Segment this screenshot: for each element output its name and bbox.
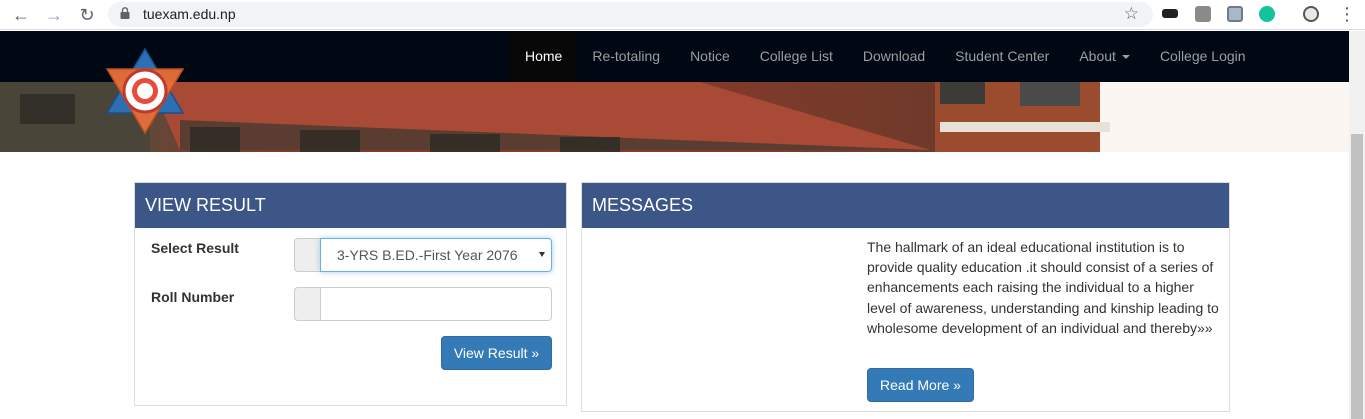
view-result-button[interactable]: View Result » <box>441 336 552 370</box>
view-result-panel: VIEW RESULT Select Result 3-YRS B.ED.-Fi… <box>134 182 567 406</box>
nav-home[interactable]: Home <box>510 31 578 82</box>
campus-building-illustration <box>0 82 1349 152</box>
camera-extension-icon[interactable] <box>1195 6 1211 22</box>
bookmark-star-icon[interactable]: ☆ <box>1124 4 1139 24</box>
forward-icon[interactable]: → <box>43 4 65 26</box>
result-select-value: 3-YRS B.ED.-First Year 2076 <box>337 247 518 263</box>
browser-menu-icon[interactable]: ⋮ <box>1338 3 1356 25</box>
website: Home Re-totaling Notice College List Dow… <box>0 31 1349 419</box>
select-addon <box>294 238 320 272</box>
roll-addon <box>294 287 320 321</box>
result-select[interactable]: 3-YRS B.ED.-First Year 2076 <box>320 238 552 272</box>
select-result-label: Select Result <box>151 240 239 256</box>
nav-about-label: About <box>1079 48 1116 64</box>
view-result-heading: VIEW RESULT <box>135 183 566 228</box>
dropdown-arrow-icon <box>539 252 545 257</box>
main-content: VIEW RESULT Select Result 3-YRS B.ED.-Fi… <box>0 152 1349 419</box>
nav-student-center[interactable]: Student Center <box>940 31 1064 82</box>
screen-extension-icon[interactable] <box>1227 6 1243 22</box>
caret-down-icon <box>1121 55 1130 60</box>
roll-number-input[interactable] <box>320 287 552 321</box>
message-text: The hallmark of an ideal educational ins… <box>867 239 1219 336</box>
nav-download[interactable]: Download <box>848 31 940 82</box>
browser-toolbar: ← → ↻ tuexam.edu.np ☆ ⋮ <box>0 0 1365 30</box>
address-bar[interactable]: tuexam.edu.np ☆ <box>108 2 1153 27</box>
nav-college-list[interactable]: College List <box>745 31 848 82</box>
nav-college-login[interactable]: College Login <box>1145 31 1261 82</box>
lock-icon <box>120 7 130 19</box>
roll-number-label: Roll Number <box>151 289 235 305</box>
keyboard-extension-icon[interactable] <box>1162 9 1178 18</box>
grammarly-icon[interactable] <box>1259 6 1275 22</box>
nav-retotaling[interactable]: Re-totaling <box>577 31 675 82</box>
back-icon[interactable]: ← <box>10 4 32 26</box>
profile-avatar-icon[interactable] <box>1303 6 1319 22</box>
reload-icon[interactable]: ↻ <box>76 4 98 26</box>
messages-panel: MESSAGES The hallmark of an ideal educat… <box>581 182 1230 412</box>
page-scrollbar[interactable] <box>1349 31 1365 419</box>
scrollbar-thumb[interactable] <box>1351 134 1363 419</box>
nav-about[interactable]: About <box>1064 31 1145 82</box>
read-more-button[interactable]: Read More » <box>867 368 974 402</box>
url-text: tuexam.edu.np <box>143 6 236 22</box>
nav-notice[interactable]: Notice <box>675 31 745 82</box>
tribhuvan-university-logo[interactable] <box>103 47 187 135</box>
messages-heading: MESSAGES <box>582 183 1229 228</box>
campus-banner-image <box>0 82 1349 152</box>
top-navbar: Home Re-totaling Notice College List Dow… <box>0 31 1349 82</box>
